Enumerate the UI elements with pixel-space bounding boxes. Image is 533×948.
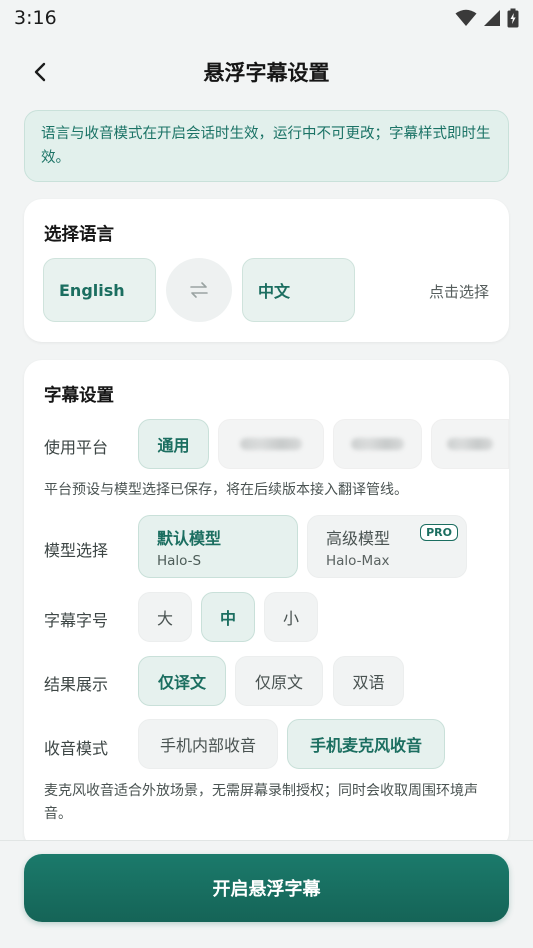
pro-badge: PRO [420, 524, 458, 541]
status-icons [455, 8, 519, 28]
model-advanced-sub: Halo-Max [326, 553, 390, 569]
notice-banner: 语言与收音模式在开启会话时生效，运行中不可更改；字幕样式即时生效。 [24, 110, 509, 182]
bottom-action-bar: 开启悬浮字幕 [0, 840, 533, 948]
battery-icon [507, 8, 519, 28]
swap-language-button[interactable] [166, 258, 232, 322]
target-language-label: 中文 [258, 282, 291, 301]
audio-help-text: 麦克风收音适合外放场景，无需屏幕录制授权；同时会收取周围环境声音。 [44, 783, 478, 822]
model-option-advanced[interactable]: 高级模型 Halo-Max PRO [307, 515, 467, 578]
subtitle-section-title: 字幕设置 [44, 386, 114, 406]
font-size-small[interactable]: 小 [264, 592, 318, 642]
model-label: 模型选择 [44, 541, 109, 560]
model-option-default[interactable]: 默认模型 Halo-S [138, 515, 298, 578]
blurred-label [351, 438, 404, 450]
display-label: 结果展示 [44, 675, 109, 694]
source-language-label: English [59, 280, 125, 300]
platform-option-hidden-1[interactable] [218, 419, 324, 469]
font-size-label: 字幕字号 [44, 611, 109, 630]
platform-option-hidden-2[interactable] [333, 419, 422, 469]
notice-text: 语言与收音模式在开启会话时生效，运行中不可更改；字幕样式即时生效。 [41, 126, 491, 166]
display-bilingual-label: 双语 [352, 673, 385, 692]
audio-microphone[interactable]: 手机麦克风收音 [287, 719, 445, 769]
language-card: 选择语言 English 中文 点击选择 [24, 199, 509, 342]
audio-microphone-label: 手机麦克风收音 [309, 736, 422, 755]
audio-label: 收音模式 [44, 739, 109, 758]
platform-help-text: 平台预设与模型选择已保存，将在后续版本接入翻译管线。 [44, 482, 408, 498]
display-translation-only[interactable]: 仅译文 [138, 656, 226, 706]
language-section-title: 选择语言 [44, 225, 114, 245]
display-translation-only-label: 仅译文 [157, 673, 206, 692]
blurred-label [447, 438, 493, 450]
font-size-medium[interactable]: 中 [201, 592, 255, 642]
display-original-only[interactable]: 仅原文 [235, 656, 323, 706]
source-language-button[interactable]: English [43, 258, 156, 322]
model-default-sub: Halo-S [157, 553, 202, 569]
platform-option-general-label: 通用 [157, 436, 190, 455]
font-size-medium-label: 中 [219, 609, 236, 628]
subtitle-settings-card: 字幕设置 使用平台 通用 平台预设与模型选择已保存，将在后续版本接入翻译管线。 … [24, 360, 509, 850]
back-button[interactable] [22, 54, 58, 90]
platform-option-hidden-3[interactable] [431, 419, 509, 469]
audio-internal-label: 手机内部收音 [159, 736, 256, 755]
blurred-label [239, 438, 303, 450]
signal-icon [484, 10, 500, 26]
font-size-large[interactable]: 大 [138, 592, 192, 642]
wifi-icon [455, 9, 477, 26]
display-bilingual[interactable]: 双语 [333, 656, 404, 706]
status-time: 3:16 [14, 7, 57, 29]
platform-label: 使用平台 [44, 438, 109, 457]
chevron-left-icon [34, 62, 46, 82]
start-floating-subtitle-button[interactable]: 开启悬浮字幕 [24, 854, 509, 922]
status-bar: 3:16 [0, 0, 533, 36]
audio-internal[interactable]: 手机内部收音 [138, 719, 278, 769]
target-language-button[interactable]: 中文 [242, 258, 355, 322]
tap-to-select-hint[interactable]: 点击选择 [429, 281, 489, 302]
font-size-small-label: 小 [282, 609, 299, 628]
app-bar: 悬浮字幕设置 [0, 44, 533, 100]
platform-option-general[interactable]: 通用 [138, 419, 209, 469]
font-size-large-label: 大 [156, 609, 173, 628]
model-default-name: 默认模型 [157, 529, 222, 548]
swap-arrows-icon [190, 282, 208, 298]
page-title: 悬浮字幕设置 [203, 61, 330, 85]
display-original-only-label: 仅原文 [254, 673, 303, 692]
